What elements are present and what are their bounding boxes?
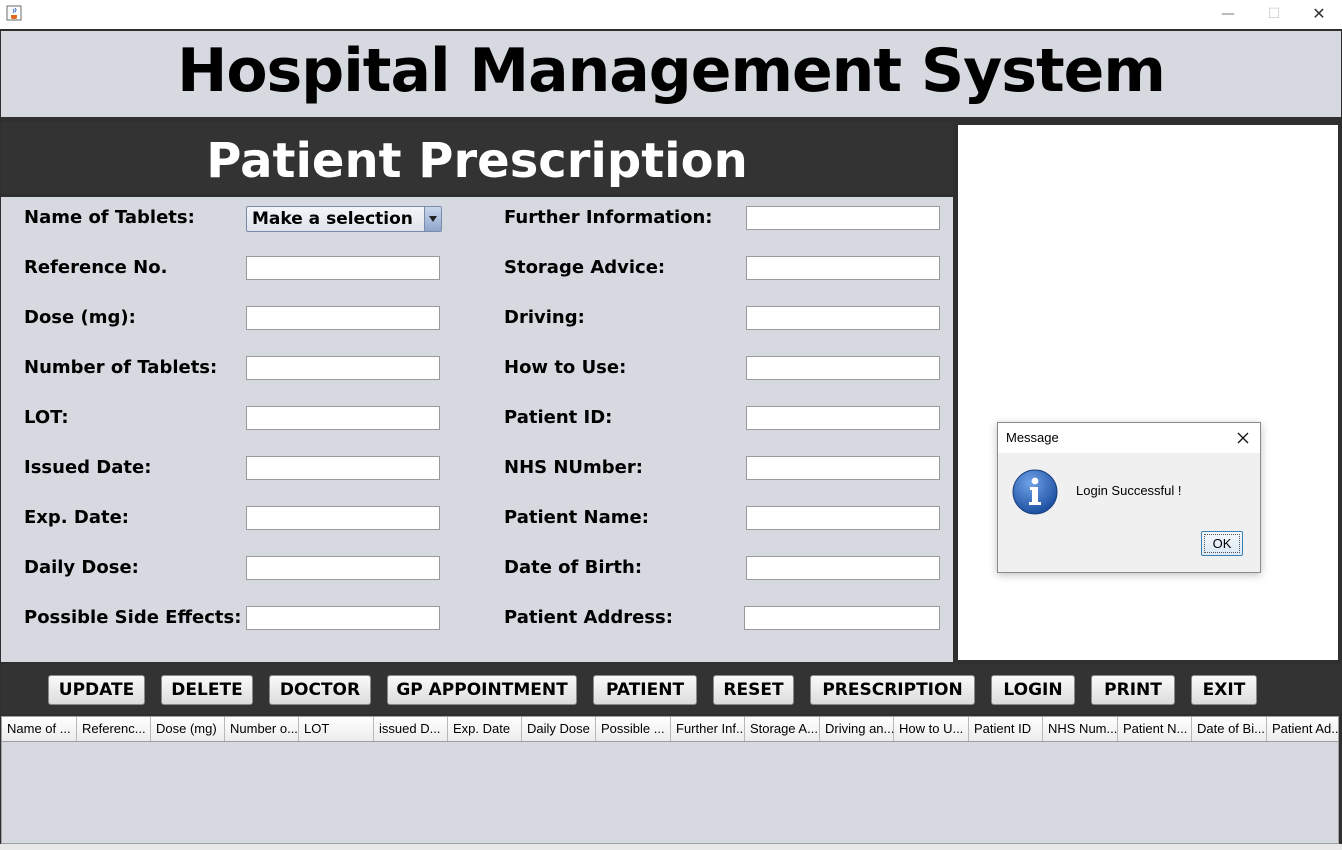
- dialog-title: Message: [1006, 430, 1059, 445]
- lot-field[interactable]: [246, 406, 440, 430]
- storage-advice-label: Storage Advice:: [504, 257, 666, 278]
- side-effects-field[interactable]: [246, 606, 440, 630]
- message-dialog: Message Login Successful ! OK: [997, 422, 1261, 573]
- date-of-birth-field[interactable]: [746, 556, 940, 580]
- number-of-tablets-label: Number of Tablets:: [24, 357, 218, 378]
- column-header[interactable]: Daily Dose: [522, 717, 596, 741]
- column-header[interactable]: Referenc...: [77, 717, 151, 741]
- driving-label: Driving:: [504, 307, 585, 328]
- nhs-number-field[interactable]: [746, 456, 940, 480]
- panel-title-bar: Patient Prescription: [1, 122, 953, 194]
- info-icon: [1012, 469, 1058, 515]
- column-header[interactable]: Number o...: [225, 717, 299, 741]
- dialog-message: Login Successful !: [1076, 483, 1182, 498]
- column-header[interactable]: Name of ...: [2, 717, 77, 741]
- column-header[interactable]: Patient N...: [1118, 717, 1192, 741]
- patient-address-field[interactable]: [744, 606, 940, 630]
- side-effects-label: Possible Side Effects:: [24, 607, 242, 628]
- column-header[interactable]: Exp. Date: [448, 717, 522, 741]
- column-header[interactable]: Driving an...: [820, 717, 894, 741]
- further-information-label: Further Information:: [504, 207, 713, 228]
- table-body[interactable]: [2, 741, 1338, 843]
- patient-name-label: Patient Name:: [504, 507, 649, 528]
- daily-dose-field[interactable]: [246, 556, 440, 580]
- chevron-down-icon: [429, 216, 437, 222]
- column-header[interactable]: Patient Ad...: [1267, 717, 1338, 741]
- update-button[interactable]: UPDATE: [48, 675, 145, 705]
- column-header[interactable]: Possible ...: [596, 717, 671, 741]
- window-titlebar: — ☐ ✕: [0, 0, 1342, 29]
- column-header[interactable]: Dose (mg): [151, 717, 225, 741]
- date-of-birth-label: Date of Birth:: [504, 557, 643, 578]
- dose-label: Dose (mg):: [24, 307, 136, 328]
- patient-button[interactable]: PATIENT: [593, 675, 697, 705]
- login-button[interactable]: LOGIN: [991, 675, 1075, 705]
- reset-button[interactable]: RESET: [713, 675, 794, 705]
- lot-label: LOT:: [24, 407, 69, 428]
- window-close-button[interactable]: ✕: [1297, 2, 1341, 26]
- reference-no-label: Reference No.: [24, 257, 168, 278]
- tablet-name-combobox[interactable]: Make a selection: [246, 206, 442, 232]
- doctor-button[interactable]: DOCTOR: [269, 675, 371, 705]
- column-header[interactable]: Storage A...: [745, 717, 820, 741]
- prescription-button[interactable]: PRESCRIPTION: [810, 675, 975, 705]
- column-header[interactable]: NHS Num...: [1043, 717, 1118, 741]
- java-cup-icon: [6, 5, 22, 21]
- patient-id-field[interactable]: [746, 406, 940, 430]
- how-to-use-label: How to Use:: [504, 357, 627, 378]
- gp-appointment-button[interactable]: GP APPOINTMENT: [387, 675, 577, 705]
- how-to-use-field[interactable]: [746, 356, 940, 380]
- tablet-name-label: Name of Tablets:: [24, 207, 195, 228]
- dose-field[interactable]: [246, 306, 440, 330]
- right-display-panel: [958, 125, 1338, 660]
- minimize-button[interactable]: —: [1206, 2, 1250, 26]
- panel-title: Patient Prescription: [206, 133, 748, 189]
- patient-name-field[interactable]: [746, 506, 940, 530]
- nhs-number-label: NHS NUmber:: [504, 457, 643, 478]
- issued-date-field[interactable]: [246, 456, 440, 480]
- reference-no-field[interactable]: [246, 256, 440, 280]
- number-of-tablets-field[interactable]: [246, 356, 440, 380]
- storage-advice-field[interactable]: [746, 256, 940, 280]
- maximize-button[interactable]: ☐: [1252, 2, 1296, 26]
- column-header[interactable]: issued D...: [374, 717, 448, 741]
- ok-button[interactable]: OK: [1201, 531, 1243, 556]
- table-header: Name of ... Referenc... Dose (mg) Number…: [2, 717, 1338, 742]
- further-information-field[interactable]: [746, 206, 940, 230]
- print-button[interactable]: PRINT: [1091, 675, 1175, 705]
- combobox-dropdown-button[interactable]: [424, 207, 441, 231]
- prescription-table: Name of ... Referenc... Dose (mg) Number…: [1, 716, 1339, 844]
- close-icon[interactable]: [1234, 429, 1252, 447]
- daily-dose-label: Daily Dose:: [24, 557, 139, 578]
- column-header[interactable]: How to U...: [894, 717, 969, 741]
- exp-date-field[interactable]: [246, 506, 440, 530]
- column-header[interactable]: Date of Bi...: [1192, 717, 1267, 741]
- dialog-titlebar: Message: [998, 423, 1260, 453]
- column-header[interactable]: LOT: [299, 717, 374, 741]
- driving-field[interactable]: [746, 306, 940, 330]
- patient-id-label: Patient ID:: [504, 407, 613, 428]
- issued-date-label: Issued Date:: [24, 457, 152, 478]
- app-title: Hospital Management System: [177, 36, 1166, 106]
- patient-address-label: Patient Address:: [504, 607, 673, 628]
- delete-button[interactable]: DELETE: [161, 675, 253, 705]
- header-panel: Hospital Management System: [1, 31, 1341, 117]
- bottom-border: [0, 844, 1342, 850]
- exp-date-label: Exp. Date:: [24, 507, 129, 528]
- column-header[interactable]: Patient ID: [969, 717, 1043, 741]
- combobox-selected-value: Make a selection: [252, 209, 413, 229]
- exit-button[interactable]: EXIT: [1191, 675, 1257, 705]
- column-header[interactable]: Further Inf...: [671, 717, 745, 741]
